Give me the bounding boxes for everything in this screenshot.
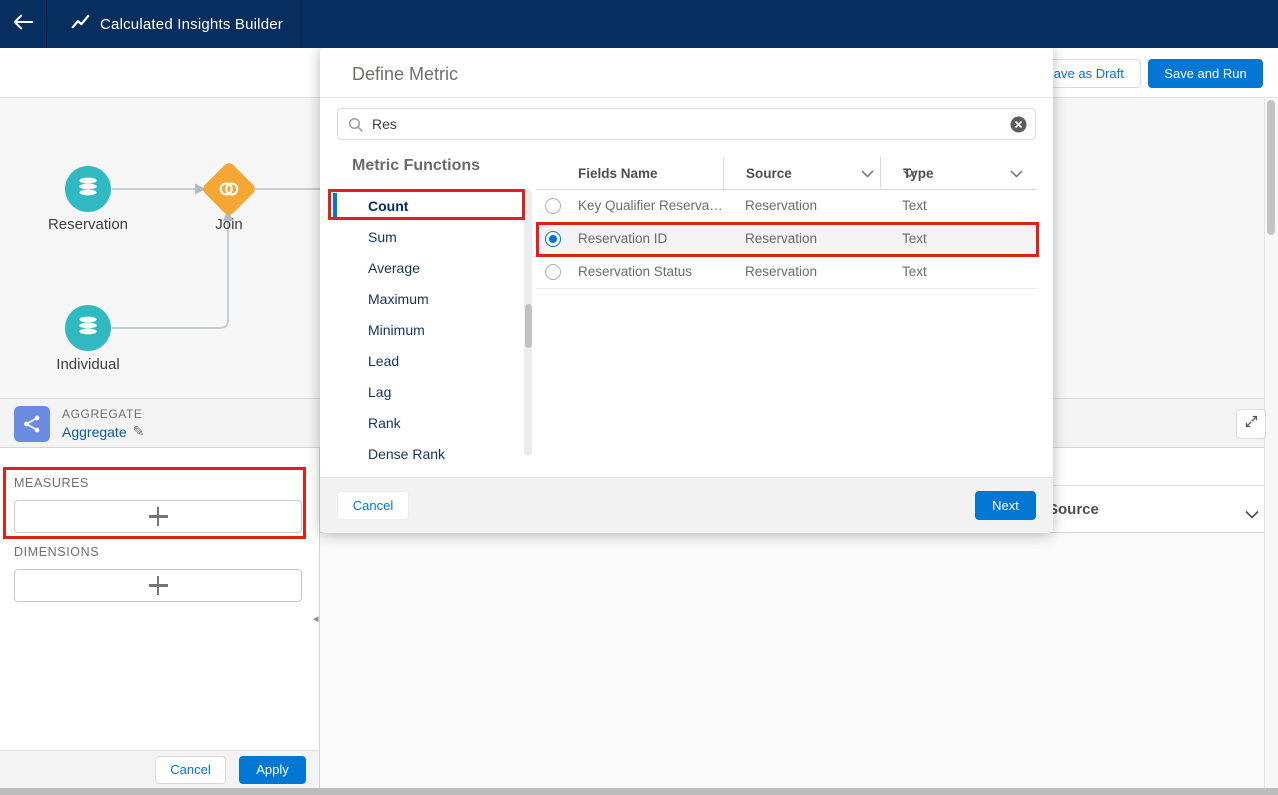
modal-next-button[interactable]: Next bbox=[975, 491, 1036, 520]
database-icon bbox=[75, 313, 101, 344]
aggregate-apply-button[interactable]: Apply bbox=[239, 756, 306, 784]
column-header-type[interactable]: Type bbox=[880, 157, 1037, 190]
table-row-reservation-status[interactable]: Reservation Status Reservation Text bbox=[536, 256, 1037, 289]
add-dimension-button[interactable] bbox=[14, 569, 302, 602]
node-individual-label: Individual bbox=[28, 356, 148, 373]
search-input[interactable] bbox=[372, 109, 992, 139]
aggregate-cancel-button[interactable]: Cancel bbox=[155, 756, 226, 784]
insights-chart-icon bbox=[71, 14, 90, 35]
radio-unselected[interactable] bbox=[545, 264, 561, 280]
chevron-down-icon[interactable] bbox=[1010, 166, 1023, 181]
node-join-label: Join bbox=[169, 216, 289, 233]
function-item-sum[interactable]: Sum bbox=[320, 221, 524, 252]
add-measure-button[interactable] bbox=[14, 500, 302, 533]
back-button[interactable] bbox=[0, 0, 47, 48]
metric-function-list: Count Sum Average Maximum Minimum Lead L… bbox=[320, 190, 524, 469]
chevron-down-icon[interactable] bbox=[1245, 506, 1259, 524]
function-item-lag[interactable]: Lag bbox=[320, 376, 524, 407]
function-list-scrollbar[interactable] bbox=[524, 190, 532, 456]
metric-functions-heading: Metric Functions bbox=[352, 157, 480, 175]
expand-icon bbox=[1244, 414, 1259, 434]
function-item-maximum[interactable]: Maximum bbox=[320, 283, 524, 314]
function-item-minimum[interactable]: Minimum bbox=[320, 314, 524, 345]
dimensions-label: DIMENSIONS bbox=[14, 545, 99, 559]
modal-divider bbox=[320, 97, 1053, 98]
column-header-source[interactable]: Source bbox=[723, 157, 888, 190]
node-reservation[interactable] bbox=[65, 166, 111, 212]
function-item-rank[interactable]: Rank bbox=[320, 407, 524, 438]
app-title: Calculated Insights Builder bbox=[100, 16, 283, 33]
modal-footer: Cancel Next bbox=[320, 477, 1053, 533]
preview-source-column-header[interactable]: Source bbox=[1048, 501, 1099, 518]
save-and-run-button[interactable]: Save and Run bbox=[1148, 59, 1263, 88]
collapse-panel-icon[interactable]: ◂ bbox=[313, 612, 319, 625]
function-item-lead[interactable]: Lead bbox=[320, 345, 524, 376]
node-reservation-label: Reservation bbox=[28, 216, 148, 233]
function-list-scrollbar-thumb[interactable] bbox=[525, 304, 532, 348]
radio-selected[interactable] bbox=[545, 231, 561, 247]
edit-pencil-icon[interactable]: ✎ bbox=[133, 423, 145, 440]
aggregate-panel-footer: Cancel Apply bbox=[0, 750, 319, 788]
plus-icon bbox=[149, 576, 168, 595]
fields-table-header: Fields Name Source Type bbox=[536, 157, 1037, 190]
chevron-down-icon[interactable] bbox=[861, 166, 874, 181]
define-metric-modal: Define Metric Metric Functions Count Sum bbox=[320, 46, 1053, 533]
canvas-scrollbar-thumb[interactable] bbox=[1267, 100, 1275, 235]
database-icon bbox=[75, 174, 101, 205]
global-navbar: Calculated Insights Builder bbox=[0, 0, 1278, 48]
function-item-average[interactable]: Average bbox=[320, 252, 524, 283]
canvas-scrollbar[interactable] bbox=[1264, 98, 1278, 788]
modal-title: Define Metric bbox=[352, 64, 458, 85]
search-icon bbox=[348, 117, 364, 138]
join-icon bbox=[217, 179, 241, 199]
function-item-dense-rank[interactable]: Dense Rank bbox=[320, 438, 524, 469]
aggregate-config-panel: MEASURES DIMENSIONS Cancel Apply bbox=[0, 448, 320, 788]
plus-icon bbox=[149, 507, 168, 526]
function-item-count[interactable]: Count bbox=[320, 190, 524, 221]
field-search-box bbox=[337, 108, 1036, 140]
measures-label: MEASURES bbox=[14, 476, 89, 490]
table-row-key-qualifier[interactable]: Key Qualifier Reserva… Reservation Text bbox=[536, 190, 1037, 223]
window-bottom-edge bbox=[0, 788, 1278, 795]
calculated-insights-builder-app: Reservation Join Individual bbox=[0, 0, 1278, 795]
fields-table: Fields Name Source Type bbox=[536, 157, 1037, 289]
back-arrow-icon bbox=[12, 13, 34, 36]
node-name-link[interactable]: Aggregate bbox=[62, 424, 127, 440]
table-row-reservation-id[interactable]: Reservation ID Reservation Text bbox=[536, 223, 1037, 256]
clear-search-icon[interactable] bbox=[1010, 116, 1027, 138]
expand-panel-button[interactable] bbox=[1236, 409, 1266, 439]
radio-unselected[interactable] bbox=[545, 198, 561, 214]
modal-cancel-button[interactable]: Cancel bbox=[337, 491, 409, 520]
aggregate-icon bbox=[14, 406, 50, 442]
app-brand: Calculated Insights Builder bbox=[47, 0, 302, 48]
node-type-label: AGGREGATE bbox=[62, 407, 143, 421]
node-individual[interactable] bbox=[65, 305, 111, 351]
